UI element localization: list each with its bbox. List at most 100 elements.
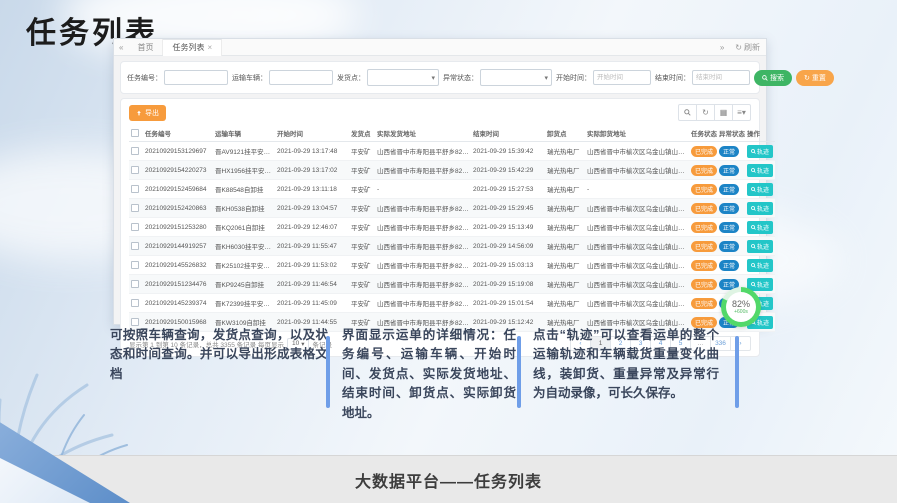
cell-dest-addr: 山西省晋中市榆次区乌金山镇山西瑞光热电有限责任公司	[585, 275, 689, 294]
track-button[interactable]: 轨迹	[747, 240, 773, 253]
table-row: 20210929152459684晋K88548自卸挂2021-09-29 13…	[129, 180, 775, 199]
abnormal-badge: 正常	[719, 184, 739, 195]
track-icon	[751, 149, 756, 154]
cell-end-time: 2021-09-29 15:39:42	[471, 142, 545, 161]
cell-vehicle: 晋K25102挂平安车队	[213, 256, 275, 275]
gauge-value: 82%	[732, 300, 750, 309]
cell-dest: 瑞光热电厂	[545, 161, 585, 180]
track-icon	[751, 263, 756, 268]
abnormal-label: 异常状态：	[443, 73, 478, 83]
abnormal-badge: 正常	[719, 203, 739, 214]
tab-bar: « 首页 任务列表 × » ↻ 刷新	[114, 39, 766, 56]
cell-task-no: 20210929145526832	[143, 256, 213, 275]
cell-end-time: 2021-09-29 15:03:13	[471, 256, 545, 275]
cell-origin: 平安矿	[349, 256, 375, 275]
cell-dest-addr: 山西省晋中市榆次区乌金山镇山西瑞光热电有限责任公司	[585, 142, 689, 161]
cell-task-no: 20210929145239374	[143, 294, 213, 313]
cell-vehicle: 晋KP9245自卸挂	[213, 275, 275, 294]
abnormal-badge: 正常	[719, 241, 739, 252]
cell-dest-addr: 山西省晋中市榆次区乌金山镇山西瑞光热电有限责任公司	[585, 294, 689, 313]
cell-end-time: 2021-09-29 15:13:49	[471, 218, 545, 237]
row-checkbox[interactable]	[131, 204, 139, 212]
export-button[interactable]: 导出	[129, 105, 166, 121]
cell-dest-addr: 山西省晋中市榆次区乌金山镇山西瑞光热电有限责任公司	[585, 199, 689, 218]
end-time-input[interactable]	[692, 70, 750, 85]
start-time-input[interactable]	[593, 70, 651, 85]
collapse-tabs-icon[interactable]: «	[114, 43, 128, 52]
cell-start-time: 2021-09-29 13:17:02	[275, 161, 349, 180]
cell-origin-addr: 山西省晋中市寿阳县平舒乡828县道	[375, 161, 471, 180]
list-toggle-icon[interactable]: ≡▾	[733, 104, 751, 121]
search-button[interactable]: 搜索	[754, 70, 792, 86]
search-icon[interactable]	[678, 104, 697, 121]
track-button[interactable]: 轨迹	[747, 278, 773, 291]
footer-bar: 大数据平台——任务列表	[0, 455, 897, 503]
row-checkbox[interactable]	[131, 299, 139, 307]
start-time-label: 开始时间：	[556, 73, 591, 83]
row-checkbox[interactable]	[131, 223, 139, 231]
cell-vehicle: 晋HX1956挂平安车队	[213, 161, 275, 180]
row-checkbox[interactable]	[131, 185, 139, 193]
row-checkbox[interactable]	[131, 280, 139, 288]
track-button[interactable]: 轨迹	[747, 164, 773, 177]
cell-origin-addr: -	[375, 180, 471, 199]
col-dest: 卸货点	[545, 125, 585, 142]
close-tab-icon[interactable]: ×	[207, 43, 212, 52]
table-card: 导出 ↻ ▦ ≡▾	[120, 98, 760, 357]
track-button[interactable]: 轨迹	[747, 202, 773, 215]
cell-dest: 瑞光热电厂	[545, 199, 585, 218]
cell-dest: 瑞光热电厂	[545, 237, 585, 256]
col-abnormal: 异常状态	[717, 125, 745, 142]
track-button[interactable]: 轨迹	[747, 221, 773, 234]
cell-start-time: 2021-09-29 13:04:57	[275, 199, 349, 218]
track-icon	[751, 282, 756, 287]
cell-origin: 平安矿	[349, 180, 375, 199]
abnormal-badge: 正常	[719, 146, 739, 157]
reset-icon: ↻	[804, 74, 810, 82]
row-checkbox[interactable]	[131, 261, 139, 269]
reset-button[interactable]: ↻ 重置	[796, 70, 834, 86]
row-checkbox[interactable]	[131, 242, 139, 250]
pager-next[interactable]: ›	[731, 336, 751, 351]
task-no-label: 任务编号：	[127, 73, 162, 83]
table-row: 20210929151234476晋KP9245自卸挂2021-09-29 11…	[129, 275, 775, 294]
tab-task-list[interactable]: 任务列表 ×	[163, 39, 222, 56]
cell-dest-addr: 山西省晋中市榆次区乌金山镇山西瑞光热电有限责任公司	[585, 218, 689, 237]
track-button[interactable]: 轨迹	[747, 259, 773, 272]
abnormal-select[interactable]: ▾	[480, 69, 552, 86]
note-track: 点击“轨迹”可以查看运单的整个运输轨迹和车辆载货重量变化曲线，装卸货、重量异常及…	[533, 326, 719, 404]
cell-origin-addr: 山西省晋中市寿阳县平舒乡828县道	[375, 142, 471, 161]
cell-origin: 平安矿	[349, 161, 375, 180]
task-no-input[interactable]	[164, 70, 228, 85]
row-checkbox[interactable]	[131, 166, 139, 174]
note-divider	[517, 336, 521, 408]
cell-dest: 瑞光热电厂	[545, 142, 585, 161]
track-button[interactable]: 轨迹	[747, 145, 773, 158]
vehicle-input[interactable]	[269, 70, 333, 85]
abnormal-badge: 正常	[719, 260, 739, 271]
export-icon	[136, 110, 142, 116]
row-checkbox[interactable]	[131, 147, 139, 155]
col-end: 结束时间	[471, 125, 545, 142]
refresh-button[interactable]: ↻ 刷新	[735, 42, 760, 53]
cell-vehicle: 晋AV9121挂平安车队	[213, 142, 275, 161]
refresh-icon[interactable]: ↻	[697, 104, 715, 121]
columns-icon[interactable]: ▦	[715, 104, 733, 121]
select-all-checkbox[interactable]	[131, 129, 139, 137]
col-origin: 发货点	[349, 125, 375, 142]
cell-end-time: 2021-09-29 15:42:29	[471, 161, 545, 180]
tab-home[interactable]: 首页	[128, 39, 163, 55]
expand-tabs-icon[interactable]: »	[715, 43, 729, 52]
track-button[interactable]: 轨迹	[747, 183, 773, 196]
status-badge: 已完成	[691, 260, 717, 271]
chevron-down-icon: ▾	[431, 74, 435, 82]
cell-end-time: 2021-09-29 15:01:54	[471, 294, 545, 313]
cell-dest-addr: 山西省晋中市榆次区乌金山镇山西瑞光热电有限责任公司	[585, 256, 689, 275]
cell-end-time: 2021-09-29 15:27:53	[471, 180, 545, 199]
status-badge: 已完成	[691, 298, 717, 309]
table-row: 20210929152420863晋KH0538自卸挂2021-09-29 13…	[129, 199, 775, 218]
status-badge: 已完成	[691, 184, 717, 195]
progress-gauge: 82% +600s	[721, 287, 761, 327]
origin-select[interactable]: ▾	[367, 69, 439, 86]
cell-end-time: 2021-09-29 14:56:09	[471, 237, 545, 256]
